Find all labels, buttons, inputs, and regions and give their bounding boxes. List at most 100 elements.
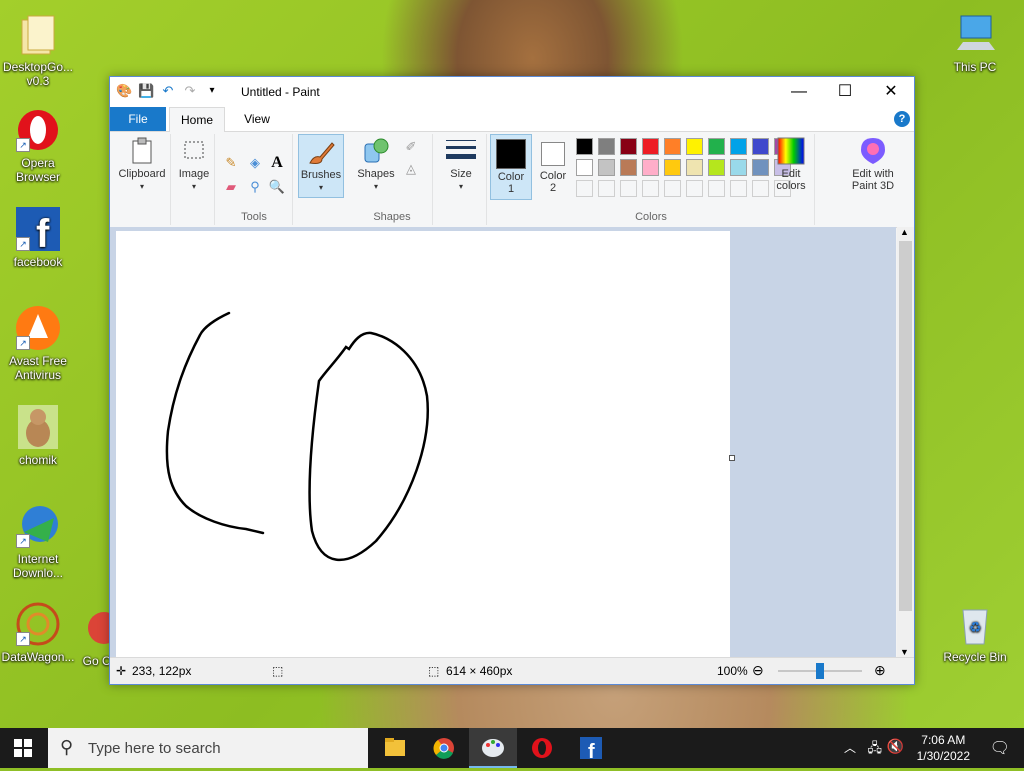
zoom-slider-thumb[interactable] (816, 663, 824, 679)
palette-swatch[interactable] (708, 159, 725, 176)
palette-swatch[interactable] (730, 159, 747, 176)
pencil-icon[interactable]: ✎ (222, 154, 240, 172)
drawing-canvas[interactable] (116, 231, 730, 657)
title-bar[interactable]: 🎨 💾 ↶ ↷ ▾ Untitled - Paint — ☐ ✕ (110, 77, 914, 107)
group-colors: Color 1 Color 2 Edit colors Colors (488, 134, 815, 225)
palette-swatch[interactable] (664, 138, 681, 155)
zoom-in-icon[interactable]: ⊕ (874, 662, 886, 679)
palette-swatch[interactable] (686, 159, 703, 176)
scroll-down-icon[interactable]: ▼ (900, 647, 909, 657)
chevron-up-icon[interactable]: ︿ (844, 739, 856, 756)
palette-swatch[interactable] (576, 159, 593, 176)
customize-qa-chevron-icon[interactable]: ▾ (204, 83, 220, 99)
brushes-button[interactable]: Brushes ▾ (298, 134, 344, 198)
outline-icon[interactable]: ✐ (402, 138, 420, 156)
palette-swatch[interactable] (730, 138, 747, 155)
desktop-icon-facebook[interactable]: f ↗ facebook (0, 205, 76, 269)
eraser-icon[interactable]: ▰ (222, 178, 240, 196)
tab-home[interactable]: Home (169, 107, 225, 132)
shapes-button[interactable]: Shapes ▾ (354, 136, 398, 198)
palette-swatch[interactable] (620, 159, 637, 176)
taskbar-search-box[interactable]: ⚲ Type here to search (48, 728, 368, 768)
group-clipboard: Clipboard ▾ (114, 134, 171, 225)
desktop-icon-idm[interactable]: ↗ Internet Downlo... (0, 502, 76, 580)
network-icon[interactable]: 🖧 (868, 739, 883, 761)
minimize-button[interactable]: — (776, 77, 822, 107)
taskbar-file-explorer[interactable] (371, 728, 419, 768)
palette-custom-slot[interactable] (598, 180, 615, 197)
palette-swatch[interactable] (752, 138, 769, 155)
palette-swatch[interactable] (598, 159, 615, 176)
zoom-out-icon[interactable]: ⊖ (752, 662, 764, 679)
palette-custom-slot[interactable] (642, 180, 659, 197)
save-icon[interactable]: 💾 (138, 83, 154, 99)
color2-swatch (541, 142, 565, 166)
desktop-icon-recycle-bin[interactable]: ♻ Recycle Bin (937, 600, 1013, 664)
color2-button[interactable]: Color 2 (534, 134, 572, 198)
chrome-icon (433, 738, 454, 759)
magnifier-icon[interactable]: 🔍 (268, 178, 286, 196)
opera-icon: ↗ (14, 106, 62, 154)
vertical-scrollbar[interactable]: ▲ ▼ (897, 227, 914, 657)
palette-custom-slot[interactable] (686, 180, 703, 197)
globe-download-icon: ↗ (14, 502, 62, 550)
taskbar-opera[interactable] (518, 728, 566, 768)
palette-swatch[interactable] (752, 159, 769, 176)
size-button[interactable]: Size ▾ (438, 136, 484, 198)
scroll-up-icon[interactable]: ▲ (900, 227, 909, 237)
fill-bucket-icon[interactable]: ◈ (246, 154, 264, 172)
text-icon[interactable]: A (268, 154, 286, 172)
maximize-button[interactable]: ☐ (822, 77, 868, 107)
notifications-icon[interactable]: 🗨 (990, 738, 1010, 758)
color1-label: Color 1 (497, 171, 525, 195)
clock-date: 1/30/2022 (916, 749, 970, 763)
redo-icon[interactable]: ↷ (182, 83, 198, 99)
edit-with-paint3d-button[interactable]: Edit with Paint 3D (844, 136, 902, 198)
scrollbar-thumb[interactable] (899, 241, 912, 611)
palette-custom-slot[interactable] (730, 180, 747, 197)
palette-swatch[interactable] (664, 159, 681, 176)
taskbar-paint[interactable] (469, 728, 517, 768)
tab-view[interactable]: View (235, 107, 279, 131)
folder-icon (14, 10, 62, 58)
palette-custom-slot[interactable] (664, 180, 681, 197)
desktop-icon-datawagon[interactable]: ↗ DataWagon... (0, 600, 76, 664)
palette-swatch[interactable] (686, 138, 703, 155)
palette-swatch[interactable] (620, 138, 637, 155)
desktop-icon-desktopgo[interactable]: DesktopGo... v0.3 (0, 10, 76, 88)
palette-custom-slot[interactable] (708, 180, 725, 197)
palette-custom-slot[interactable] (620, 180, 637, 197)
color-picker-icon[interactable]: ⚲ (246, 178, 264, 196)
palette-swatch[interactable] (642, 138, 659, 155)
desktop-icon-avast[interactable]: ↗ Avast Free Antivirus (0, 304, 76, 382)
palette-swatch[interactable] (642, 159, 659, 176)
palette-swatch[interactable] (576, 138, 593, 155)
close-button[interactable]: ✕ (868, 77, 914, 107)
desktop-icon-this-pc[interactable]: This PC (937, 10, 1013, 74)
palette-swatch[interactable] (598, 138, 615, 155)
desktop-icon-chomik[interactable]: chomik (0, 403, 76, 467)
help-icon[interactable]: ? (894, 111, 910, 127)
image-button[interactable]: Image ▾ (176, 136, 212, 224)
tab-file[interactable]: File (110, 107, 166, 131)
size-label: Size (450, 168, 472, 180)
desktop-icon-opera[interactable]: ↗ Opera Browser (0, 106, 76, 184)
windows-start-icon[interactable] (14, 739, 32, 760)
resize-handle[interactable] (729, 455, 735, 461)
palette-custom-slot[interactable] (576, 180, 593, 197)
palette-custom-slot[interactable] (752, 180, 769, 197)
undo-icon[interactable]: ↶ (160, 83, 176, 99)
clipboard-button[interactable]: Clipboard ▾ (116, 136, 168, 224)
clipboard-label: Clipboard (118, 168, 166, 180)
volume-muted-icon[interactable]: 🔇 (887, 738, 904, 755)
clock[interactable]: 7:06 AM 1/30/2022 (917, 732, 970, 764)
shape-fill-icon[interactable]: ◬ (402, 160, 420, 178)
opera-icon (532, 738, 552, 758)
color1-button[interactable]: Color 1 (490, 134, 532, 200)
edit-colors-button[interactable]: Edit colors (768, 136, 814, 198)
taskbar-chrome[interactable] (420, 728, 468, 768)
shortcut-arrow-icon: ↗ (16, 336, 30, 350)
taskbar-facebook[interactable]: f (567, 728, 615, 768)
group-brushes: Brushes ▾ (296, 134, 348, 225)
palette-swatch[interactable] (708, 138, 725, 155)
